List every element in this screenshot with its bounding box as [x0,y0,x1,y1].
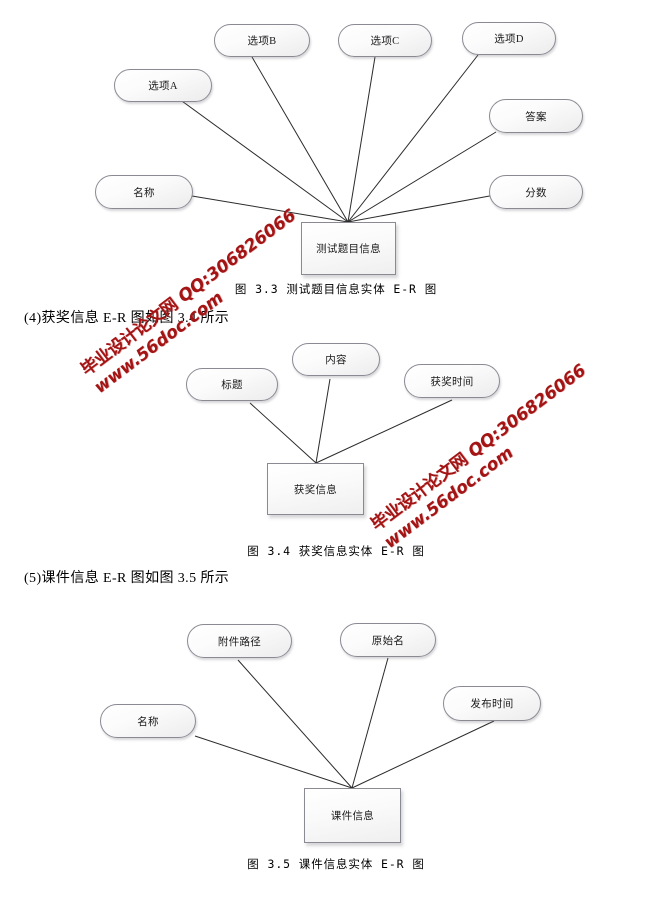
attribute-node-content[interactable]: 内容 [292,343,380,376]
attribute-node-name[interactable]: 名称 [95,175,193,209]
body-text-line-5: (5)课件信息 E-R 图如图 3.5 所示 [24,571,230,586]
attribute-node-optA[interactable]: 选项A [114,69,212,102]
figure-caption-3-5: 图 3.5 课件信息实体 E-R 图 [247,857,425,871]
attribute-node-answer[interactable]: 答案 [489,99,583,133]
attribute-label: 名称 [133,187,155,199]
attribute-label: 选项D [494,34,524,45]
link-name [191,195,349,223]
attribute-node-optD[interactable]: 选项D [462,22,556,55]
attribute-node-original-name[interactable]: 原始名 [340,623,436,657]
entity-label: 课件信息 [330,811,375,822]
attribute-label: 选项C [370,36,400,47]
attribute-label: 选项B [247,36,277,47]
entity-label: 测试题目信息 [316,244,381,255]
document-page: 选项A 选项B 选项C 选项D 答案 分数 名称 测试题目信息 图 3.3 测试… [0,0,672,900]
attribute-node-score[interactable]: 分数 [489,175,583,209]
figure-caption-3-4: 图 3.4 获奖信息实体 E-R 图 [247,544,425,558]
figure-caption-3-3: 图 3.3 测试题目信息实体 E-R 图 [234,282,438,296]
link-optD [347,54,479,223]
attribute-label: 分数 [525,187,547,199]
attribute-label: 获奖时间 [430,376,474,388]
er-diagram-3-3: 选项A 选项B 选项C 选项D 答案 分数 名称 测试题目信息 [0,0,672,280]
entity-node-test-question-info[interactable]: 测试题目信息 [301,222,396,275]
attribute-label: 发布时间 [470,699,514,710]
attribute-label: 附件路径 [217,636,262,648]
link-content [315,378,331,464]
entity-label: 获奖信息 [293,484,338,496]
attribute-node-awardtime[interactable]: 获奖时间 [404,364,500,398]
body-text-line-4: (4)获奖信息 E-R 图如图 3.4 所示 [24,311,230,326]
attribute-node-publish-time[interactable]: 发布时间 [443,686,541,721]
er-diagram-3-4: 标题 内容 获奖时间 获奖信息 [0,335,672,535]
link-origname [351,657,389,789]
entity-node-award-info[interactable]: 获奖信息 [267,463,364,515]
er-diagram-3-5: 附件路径 原始名 发布时间 名称 课件信息 [0,608,672,843]
attribute-label: 内容 [325,355,347,366]
attribute-node-optC[interactable]: 选项C [338,24,432,57]
attribute-label: 答案 [525,111,547,123]
entity-node-courseware-info[interactable]: 课件信息 [304,788,401,843]
attribute-node-name[interactable]: 名称 [100,704,196,738]
attribute-node-title[interactable]: 标题 [186,368,278,401]
link-pubtime [351,720,495,789]
attribute-label: 选项A [148,81,178,92]
link-optA [174,95,349,223]
attribute-label: 标题 [221,380,243,391]
attribute-label: 名称 [137,716,159,728]
attribute-node-optB[interactable]: 选项B [214,24,310,57]
link-awardtime [315,399,453,464]
link-title [249,402,317,464]
link-optB [251,56,349,223]
attribute-node-attachment-path[interactable]: 附件路径 [187,624,292,658]
link-optC [347,56,376,223]
attribute-label: 原始名 [371,635,405,647]
